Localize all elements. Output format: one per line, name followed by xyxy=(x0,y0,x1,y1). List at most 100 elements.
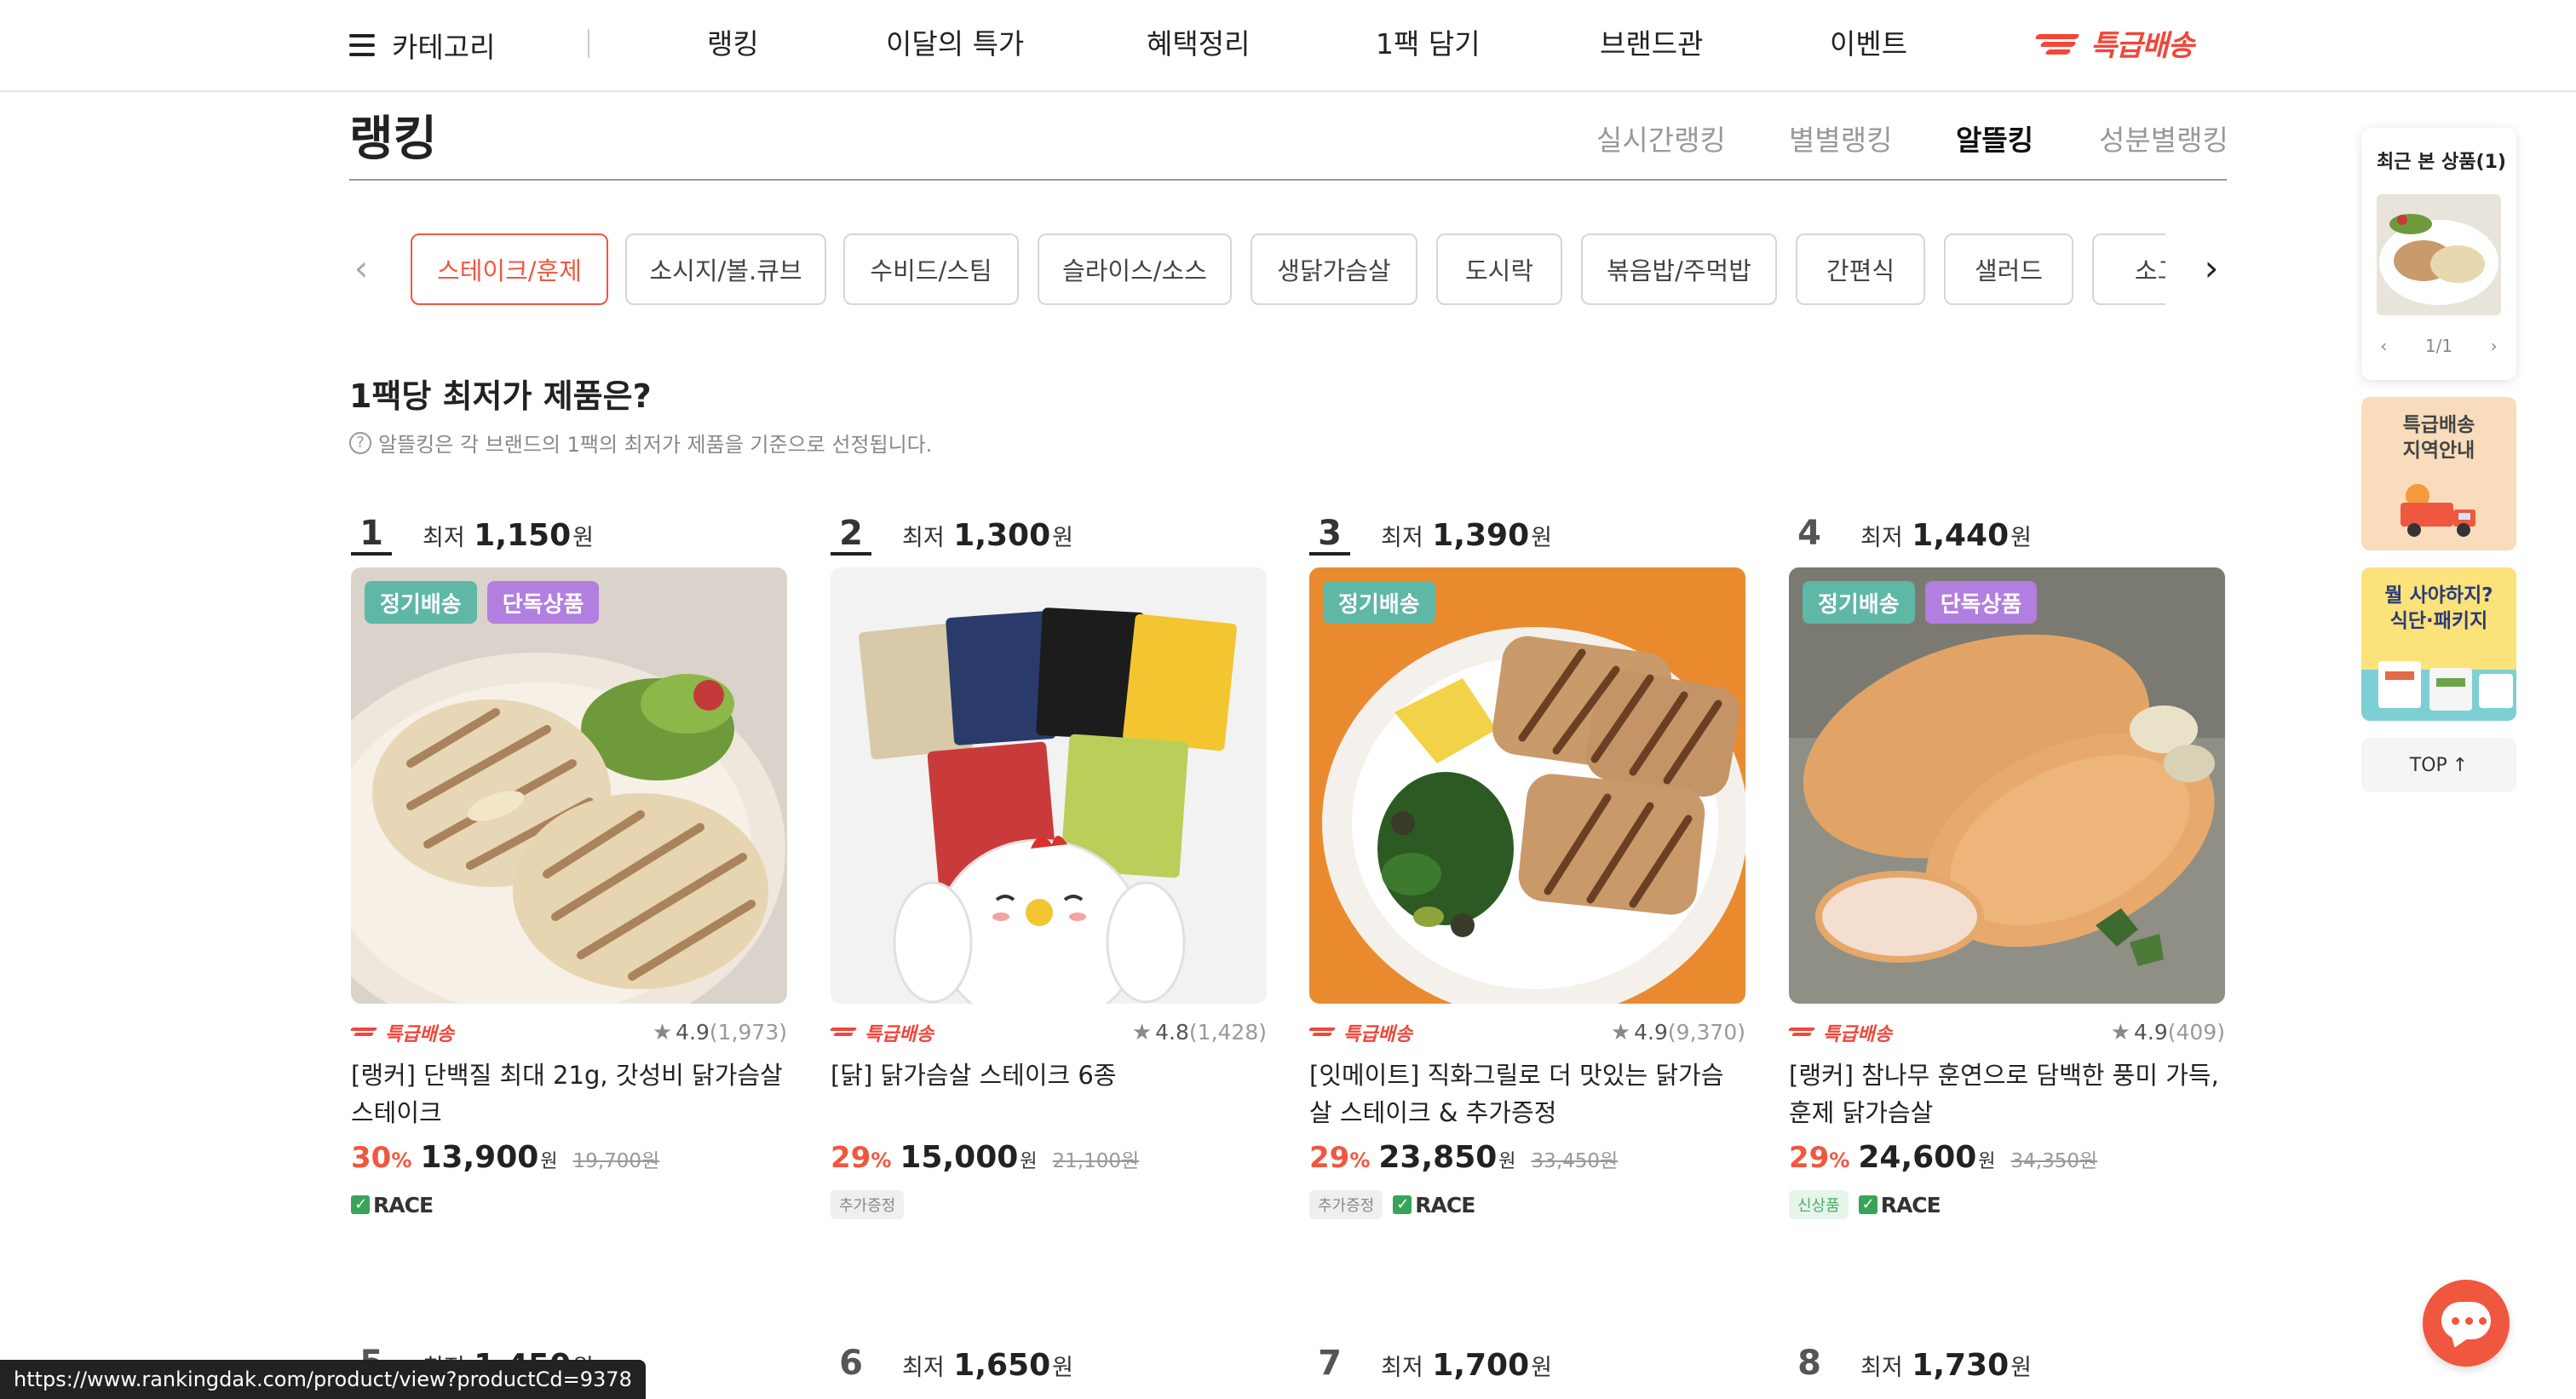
sale-price: 13,900원 xyxy=(420,1140,558,1175)
swoosh-icon xyxy=(1308,1026,1338,1039)
rank-number: 8 xyxy=(1797,1344,1821,1383)
rank-number: 2 xyxy=(831,515,871,556)
nav-monthly-deal[interactable]: 이달의 특가 xyxy=(886,24,1024,65)
badge-subscription: 정기배송 xyxy=(1323,581,1435,624)
nav-benefits[interactable]: 혜택정리 xyxy=(1147,24,1250,65)
min-price: 최저 1,440원 xyxy=(1860,518,2032,553)
chip-fried-rice[interactable]: 볶음밥/주먹밥 xyxy=(1581,233,1777,305)
original-price: 21,100원 xyxy=(1052,1150,1140,1172)
chip-convenience[interactable]: 간편식 xyxy=(1796,233,1925,305)
min-price: 최저 1,730원 xyxy=(1860,1348,2032,1383)
recent-title: 최근 본 상품(1) xyxy=(2377,152,2506,173)
chip-lunchbox[interactable]: 도시락 xyxy=(1436,233,1562,305)
star-icon: ★ xyxy=(652,1020,673,1045)
express-logo-text: 특급배송 xyxy=(2090,29,2194,63)
express-badge: 특급배송 xyxy=(829,1019,934,1046)
sale-price: 23,850원 xyxy=(1378,1140,1516,1175)
badge-exclusive: 단독상품 xyxy=(486,581,600,624)
next-rank-header: 7 최저 1,700원 xyxy=(1309,1344,1552,1385)
product-card[interactable]: 4 최저 1,440원 정기배송 단독상품 특급배송 ★ 4.9(409) [랭커… xyxy=(1787,508,2225,1221)
nav-one-pack[interactable]: 1팩 담기 xyxy=(1376,24,1481,65)
status-bar-url: https://www.rankingdak.com/product/view?… xyxy=(0,1360,646,1399)
product-card[interactable]: 2 최저 1,300원 특급배송 ★ 4.8(1,428) [닭] 닭가슴살 스테… xyxy=(829,508,1267,1221)
rating: ★ 4.9(409) xyxy=(2110,1020,2225,1045)
subtab-value-king[interactable]: 알뜰킹 xyxy=(1956,118,2033,158)
category-chip-list: 스테이크/훈제 소시지/볼.큐브 수비드/스팀 슬라이스/소스 생닭가슴살 도시… xyxy=(411,232,2165,308)
race-badge: ✓ RACE xyxy=(1393,1193,1475,1218)
arrow-up-icon: ↑ xyxy=(2452,754,2469,776)
promo-express-area[interactable]: 특급배송 지역안내 xyxy=(2361,397,2516,550)
price-row: 29% 15,000원 21,100원 xyxy=(831,1140,1267,1175)
chat-button[interactable] xyxy=(2423,1280,2510,1367)
race-badge: ✓ RACE xyxy=(351,1193,434,1218)
chip-steak[interactable]: 스테이크/훈제 xyxy=(411,233,608,305)
chip-sausage[interactable]: 소시지/볼.큐브 xyxy=(625,233,826,305)
chip-beef[interactable]: 소고기 xyxy=(2092,233,2165,305)
rank-number: 3 xyxy=(1309,515,1350,556)
chevron-left-icon[interactable]: ‹ xyxy=(344,249,378,288)
product-image[interactable]: 정기배송 단독상품 xyxy=(1789,567,2225,1004)
check-icon: ✓ xyxy=(1858,1195,1877,1214)
chevron-left-icon[interactable]: ‹ xyxy=(2380,336,2387,356)
section-note: ? 알뜰킹은 각 브랜드의 1팩의 최저가 제품을 기준으로 선정됩니다. xyxy=(349,428,932,458)
badge-subscription: 정기배송 xyxy=(1803,581,1915,624)
min-price: 최저 1,700원 xyxy=(1381,1348,1552,1383)
product-image[interactable]: 정기배송 단독상품 xyxy=(351,567,787,1004)
express-badge: 특급배송 xyxy=(349,1019,454,1046)
chevron-right-icon[interactable]: › xyxy=(2491,336,2498,356)
discount-rate: 29% xyxy=(1309,1141,1371,1175)
product-card[interactable]: 3 최저 1,390원 정기배송 특급배송 ★ 4.9(9,370) [잇메이트… xyxy=(1308,508,1745,1221)
discount-rate: 29% xyxy=(831,1141,892,1175)
check-icon: ✓ xyxy=(1393,1195,1412,1214)
product-image[interactable]: 정기배송 xyxy=(1309,567,1745,1004)
swoosh-icon xyxy=(1787,1026,1818,1039)
subtab-realtime[interactable]: 실시간랭킹 xyxy=(1596,118,1726,158)
subtab-ingredient[interactable]: 성분별랭킹 xyxy=(2099,118,2228,158)
nav-event[interactable]: 이벤트 xyxy=(1830,24,1907,65)
nav-brand[interactable]: 브랜드관 xyxy=(1600,24,1703,65)
pager-text: 1/1 xyxy=(2424,336,2453,356)
nav-ranking[interactable]: 랭킹 xyxy=(707,24,759,65)
subtab-star[interactable]: 별별랭킹 xyxy=(1789,118,1892,158)
category-label: 카테고리 xyxy=(392,31,496,64)
rating: ★ 4.8(1,428) xyxy=(1131,1020,1267,1045)
rating: ★ 4.9(9,370) xyxy=(1610,1020,1745,1045)
check-icon: ✓ xyxy=(351,1195,370,1214)
recent-product-thumb[interactable] xyxy=(2377,194,2501,315)
chip-salad[interactable]: 샐러드 xyxy=(1944,233,2073,305)
question-icon: ? xyxy=(349,431,371,454)
promo-meal-package[interactable]: 뭘 사야하지? 식단·패키지 xyxy=(2361,567,2516,721)
product-card[interactable]: 1 최저 1,150원 정기배송 단독상품 특급배송 ★ 4.9(1,973) … xyxy=(349,508,787,1221)
next-rank-header: 8 최저 1,730원 xyxy=(1789,1344,2032,1385)
page-title: 랭킹 xyxy=(349,112,438,167)
tag-bonus: 추가증정 xyxy=(831,1190,905,1219)
min-price: 최저 1,390원 xyxy=(1381,518,1552,553)
chip-slice[interactable]: 슬라이스/소스 xyxy=(1038,233,1232,305)
product-name[interactable]: [랭커] 단백질 최대 21g, 갓성비 닭가슴살 스테이크 xyxy=(351,1056,787,1131)
product-name[interactable]: [잇메이트] 직화그릴로 더 맛있는 닭가슴살 스테이크 & 추가증정 xyxy=(1309,1056,1745,1131)
product-name[interactable]: [닭] 닭가슴살 스테이크 6종 xyxy=(831,1056,1267,1131)
swoosh-icon xyxy=(2034,31,2084,56)
chip-sousvide[interactable]: 수비드/스팀 xyxy=(843,233,1019,305)
express-badge: 특급배송 xyxy=(1308,1019,1412,1046)
star-icon: ★ xyxy=(2110,1020,2130,1045)
express-delivery-logo[interactable]: 특급배송 xyxy=(2034,22,2194,64)
rank-number: 7 xyxy=(1318,1344,1342,1383)
express-badge: 특급배송 xyxy=(1787,1019,1892,1046)
rating: ★ 4.9(1,973) xyxy=(652,1020,787,1045)
chevron-right-icon[interactable]: › xyxy=(2194,249,2228,288)
discount-rate: 30% xyxy=(351,1141,412,1175)
price-row: 30% 13,900원 19,700원 xyxy=(351,1140,787,1175)
sale-price: 24,600원 xyxy=(1858,1140,1996,1175)
price-row: 29% 23,850원 33,450원 xyxy=(1309,1140,1745,1175)
chip-raw-breast[interactable]: 생닭가슴살 xyxy=(1251,233,1417,305)
rank-number: 6 xyxy=(839,1344,863,1383)
badge-exclusive: 단독상품 xyxy=(1924,581,2038,624)
badge-subscription: 정기배송 xyxy=(365,581,477,624)
product-name[interactable]: [랭커] 참나무 훈연으로 담백한 풍미 가득, 훈제 닭가슴살 xyxy=(1789,1056,2225,1131)
product-image[interactable] xyxy=(831,567,1267,1004)
scroll-top-button[interactable]: TOP ↑ xyxy=(2361,738,2516,792)
category-menu-button[interactable]: 카테고리 xyxy=(349,24,495,66)
min-price: 최저 1,650원 xyxy=(902,1348,1073,1383)
tag-bonus: 추가증정 xyxy=(1309,1190,1383,1219)
